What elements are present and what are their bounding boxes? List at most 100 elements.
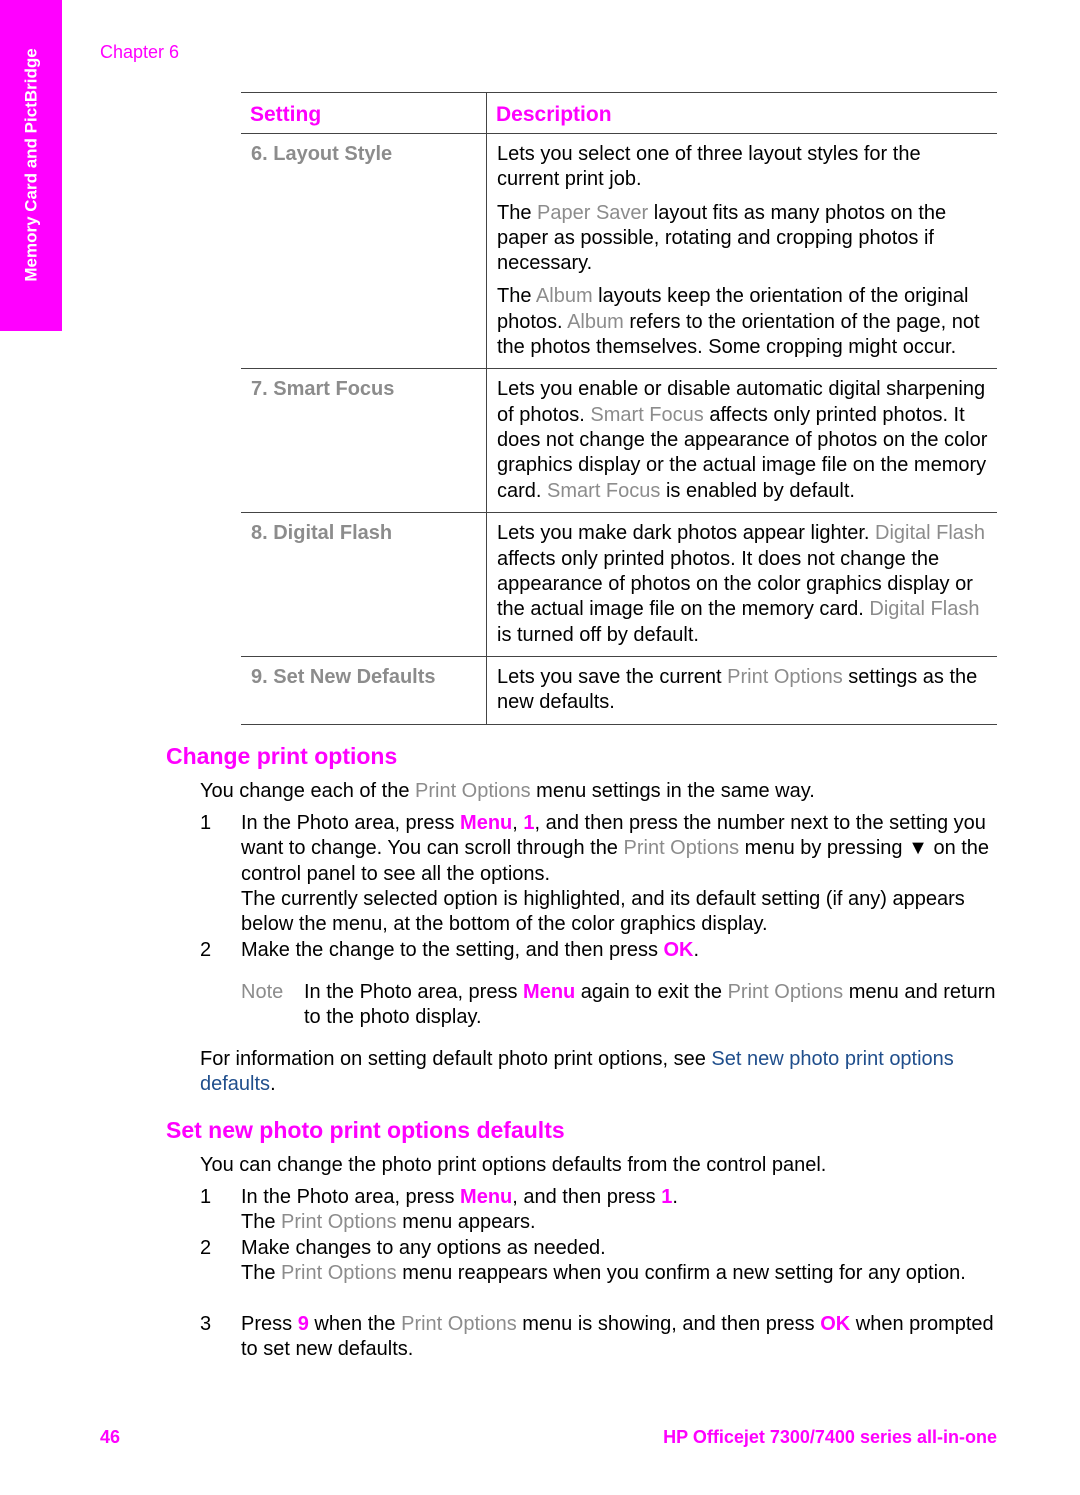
setting-name: 6. Layout Style xyxy=(241,133,487,370)
text-run: , and then press xyxy=(512,1186,662,1208)
step-text: Make the change to the setting, and then… xyxy=(241,938,996,963)
description-paragraph: Lets you save the current Print Options … xyxy=(497,665,988,716)
text-run: menu by pressing xyxy=(739,837,909,860)
setting-description: Lets you select one of three layout styl… xyxy=(486,133,997,370)
table-row: 6. Layout Style Lets you select one of th… xyxy=(241,133,997,370)
ui-term: Print Options xyxy=(281,1211,397,1234)
description-paragraph: Lets you select one of three layout styl… xyxy=(497,142,988,193)
ui-term: Menu xyxy=(523,981,576,1003)
step-item: 2 Make the change to the setting, and th… xyxy=(200,938,1000,963)
text-run: In the Photo area, press xyxy=(241,812,461,834)
text-run: You change each of the xyxy=(200,780,415,802)
text-run: again to exit the xyxy=(575,981,728,1003)
text-run: menu settings in the same way. xyxy=(530,780,815,802)
page-number: 46 xyxy=(100,1427,121,1447)
text-run: is turned off by default. xyxy=(497,623,699,646)
setting-description: Lets you save the current Print Options … xyxy=(486,656,997,725)
step-number: 2 xyxy=(200,1237,212,1259)
text-run: Press xyxy=(241,1313,298,1335)
setting-description: Lets you make dark photos appear lighter… xyxy=(486,512,997,657)
ui-term: Paper Saver xyxy=(537,201,649,224)
intro-paragraph: You can change the photo print options d… xyxy=(200,1153,1000,1178)
text-run: Lets you make dark photos appear lighter… xyxy=(497,522,876,545)
description-paragraph: Lets you make dark photos appear lighter… xyxy=(497,521,988,647)
step-text: Press 9 when the Print Options menu is s… xyxy=(241,1312,996,1363)
description-paragraph: Lets you enable or disable automatic dig… xyxy=(497,377,988,503)
setting-description: Lets you enable or disable automatic dig… xyxy=(486,368,997,514)
step-number: 1 xyxy=(200,1186,212,1208)
down-arrow-icon: ▼ xyxy=(908,837,928,860)
step-item: 1 In the Photo area, press Menu, 1, and … xyxy=(200,811,1000,937)
setting-name: 8. Digital Flash xyxy=(241,512,487,657)
ui-term: 9 xyxy=(297,1313,309,1335)
intro-paragraph: You change each of the Print Options men… xyxy=(200,779,1000,804)
section-heading-set-defaults: Set new photo print options defaults xyxy=(166,1117,565,1143)
ui-term: Print Options xyxy=(623,837,740,860)
note: Note In the Photo area, press Menu again… xyxy=(241,980,1001,1031)
text-run: menu is showing, and then press xyxy=(516,1313,821,1335)
text-run: The currently selected option is highlig… xyxy=(241,887,965,936)
ui-term: Menu xyxy=(460,1186,513,1208)
description-paragraph: The Paper Saver layout fits as many phot… xyxy=(497,201,988,277)
step-number: 1 xyxy=(200,812,212,834)
ui-term: Menu xyxy=(460,812,513,834)
text-run: . xyxy=(693,939,700,961)
chapter-label: Chapter 6 xyxy=(100,42,180,62)
ui-term: 1 xyxy=(523,812,535,834)
side-tab-label: Memory Card and PictBridge xyxy=(21,48,41,282)
text-run: The xyxy=(497,285,536,308)
ui-term: Print Options xyxy=(415,780,531,802)
setting-name: 7. Smart Focus xyxy=(241,368,487,514)
text-run: In the Photo area, press xyxy=(304,981,524,1003)
table-row: 7. Smart Focus Lets you enable or disable… xyxy=(241,368,997,514)
product-name: HP Officejet 7300/7400 series all-in-one xyxy=(663,1427,997,1447)
ui-term: Album xyxy=(567,310,624,333)
note-text: In the Photo area, press Menu again to e… xyxy=(304,980,1001,1031)
table-row: 8. Digital Flash Lets you make dark photo… xyxy=(241,512,997,657)
ui-term: Smart Focus xyxy=(590,403,704,426)
ui-term: Print Options xyxy=(727,665,843,688)
text-run: . xyxy=(270,1073,276,1096)
text-run: In the Photo area, press xyxy=(241,1186,461,1208)
section-heading-change-print-options: Change print options xyxy=(166,743,398,769)
text-run: is enabled by default. xyxy=(660,479,855,502)
step-text: Make changes to any options as needed. xyxy=(241,1236,996,1261)
text-run: menu appears. xyxy=(396,1211,536,1234)
step-result: The Print Options menu appears. xyxy=(241,1210,996,1235)
text-run: Lets you save the current xyxy=(497,665,728,688)
step-item: 3 Press 9 when the Print Options menu is… xyxy=(200,1312,1000,1363)
text-run: . xyxy=(672,1186,678,1208)
text-run: The xyxy=(241,1211,282,1234)
text-run: The xyxy=(241,1262,282,1285)
step-number: 3 xyxy=(200,1313,212,1335)
text-run: Make the change to the setting, and then… xyxy=(241,939,664,961)
column-header-setting: Setting xyxy=(241,92,487,134)
step-result: The Print Options menu reappears when yo… xyxy=(241,1261,996,1286)
step-text: In the Photo area, press Menu, and then … xyxy=(241,1185,996,1210)
text-run: menu reappears when you confirm a new se… xyxy=(396,1262,966,1285)
text-run: , xyxy=(512,812,524,834)
ui-term: Print Options xyxy=(281,1262,397,1285)
side-tab: Memory Card and PictBridge xyxy=(0,0,62,331)
text-run: when the xyxy=(308,1313,402,1335)
step-number: 2 xyxy=(200,939,212,961)
text-run: Make changes to any options as needed. xyxy=(241,1237,606,1259)
ui-term: OK xyxy=(820,1313,851,1335)
settings-table: Setting Description 6. Layout Style Lets … xyxy=(241,92,997,725)
text-run: For information on setting default photo… xyxy=(200,1048,712,1070)
text-run: You can change the photo print options d… xyxy=(200,1154,827,1176)
description-paragraph: The Album layouts keep the orientation o… xyxy=(497,284,988,360)
ui-term: Digital Flash xyxy=(875,522,986,545)
more-info-paragraph: For information on setting default photo… xyxy=(200,1047,990,1098)
ui-term: OK xyxy=(663,939,694,961)
text-run: Lets you select one of three layout styl… xyxy=(497,143,921,191)
step-result: The currently selected option is highlig… xyxy=(241,887,996,938)
note-label: Note xyxy=(241,981,284,1003)
table-row: 9. Set New Defaults Lets you save the cur… xyxy=(241,656,997,725)
ui-term: Digital Flash xyxy=(869,598,980,621)
step-text: In the Photo area, press Menu, 1, and th… xyxy=(241,811,996,887)
step-item: 1 In the Photo area, press Menu, and the… xyxy=(200,1185,1000,1236)
ui-term: Album xyxy=(535,285,593,308)
step-item: 2 Make changes to any options as needed.… xyxy=(200,1236,1000,1287)
ui-term: Print Options xyxy=(401,1313,517,1335)
